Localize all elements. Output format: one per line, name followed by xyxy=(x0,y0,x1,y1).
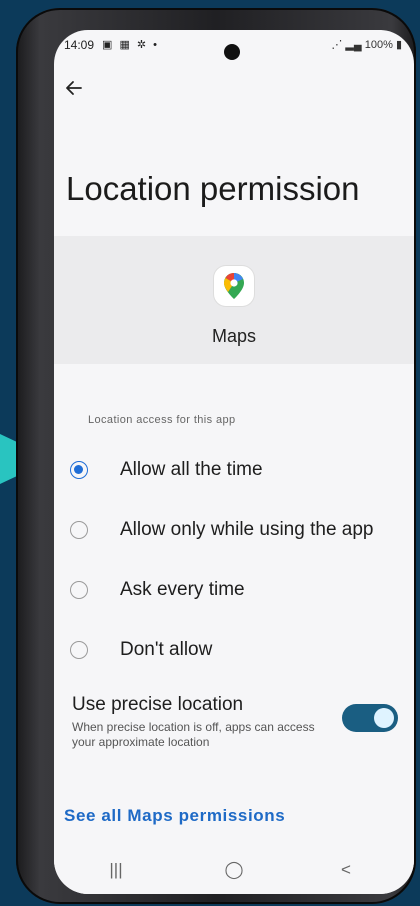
signal-icon: ▂▄ xyxy=(345,39,362,51)
navigation-bar: ||| ◯ < xyxy=(54,846,414,894)
option-label: Allow only while using the app xyxy=(120,519,374,540)
home-icon: ◯ xyxy=(224,860,244,879)
battery-level: 100% xyxy=(364,39,393,51)
phone-frame: 14:09 ▣ ▦ ✲ • ⋰ ▂▄ 100% ▮ Location permi… xyxy=(16,8,416,904)
app-name: Maps xyxy=(211,326,256,346)
option-allow-all-the-time[interactable]: Allow all the time xyxy=(54,446,414,494)
radio-button-selected[interactable] xyxy=(70,461,88,479)
recents-button[interactable]: ||| xyxy=(104,860,128,880)
option-allow-while-using[interactable]: Allow only while using the app xyxy=(54,506,414,554)
option-label: Ask every time xyxy=(120,579,245,600)
precise-location-row[interactable]: Use precise location When precise locati… xyxy=(54,694,414,758)
option-label: Don't allow xyxy=(120,639,213,660)
precise-location-description: When precise location is off, apps can a… xyxy=(72,720,315,749)
option-label: Allow all the time xyxy=(120,459,263,480)
maps-pin-icon xyxy=(214,266,254,306)
radio-button[interactable] xyxy=(70,521,88,539)
screen: 14:09 ▣ ▦ ✲ • ⋰ ▂▄ 100% ▮ Location permi… xyxy=(54,30,414,894)
option-dont-allow[interactable]: Don't allow xyxy=(54,626,414,674)
precise-location-title: Use precise location xyxy=(72,694,244,715)
option-ask-every-time[interactable]: Ask every time xyxy=(54,566,414,614)
camera-icon xyxy=(224,44,240,60)
see-all-permissions-link[interactable]: See all Maps permissions xyxy=(64,806,285,826)
wifi-icon: ⋰ xyxy=(331,39,343,51)
battery-icon: ▮ xyxy=(395,39,402,51)
status-notification-icons: ▣ ▦ ✲ • xyxy=(102,39,160,51)
radio-button[interactable] xyxy=(70,641,88,659)
nav-back-button[interactable]: < xyxy=(334,860,358,880)
section-label: Location access for this app xyxy=(88,414,236,426)
recents-icon: ||| xyxy=(109,860,123,879)
precise-location-toggle[interactable] xyxy=(342,704,398,732)
arrow-left-icon xyxy=(66,81,82,95)
app-header: Maps xyxy=(54,236,414,364)
status-time: 14:09 xyxy=(64,38,95,52)
back-button[interactable] xyxy=(60,74,88,102)
status-battery: ⋰ ▂▄ 100% ▮ xyxy=(331,38,402,51)
toggle-knob xyxy=(374,708,394,728)
chevron-left-icon: < xyxy=(341,860,351,879)
home-button[interactable]: ◯ xyxy=(222,860,246,880)
page-title: Location permission xyxy=(66,170,360,207)
radio-button[interactable] xyxy=(70,581,88,599)
